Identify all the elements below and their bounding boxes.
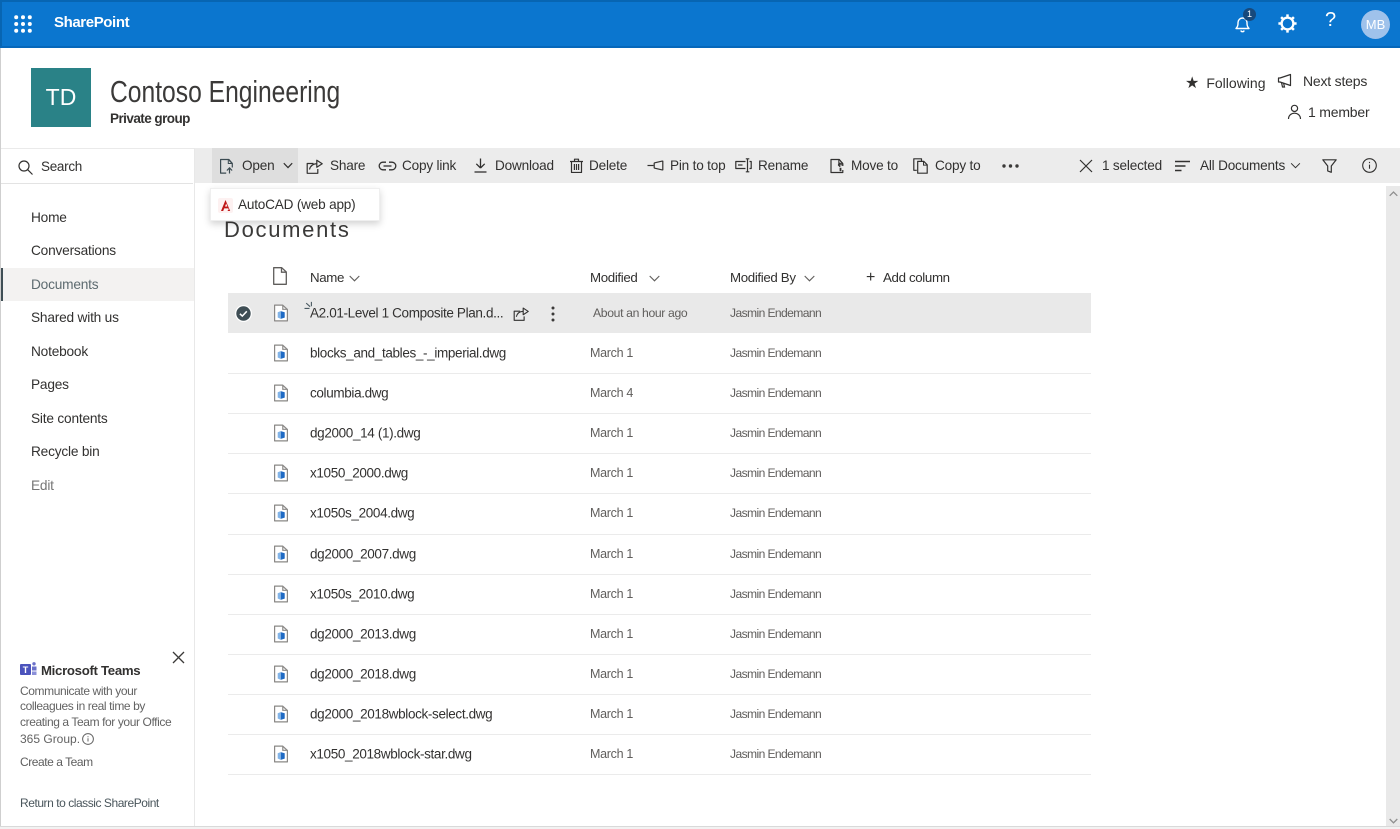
- svg-text:T: T: [23, 665, 29, 675]
